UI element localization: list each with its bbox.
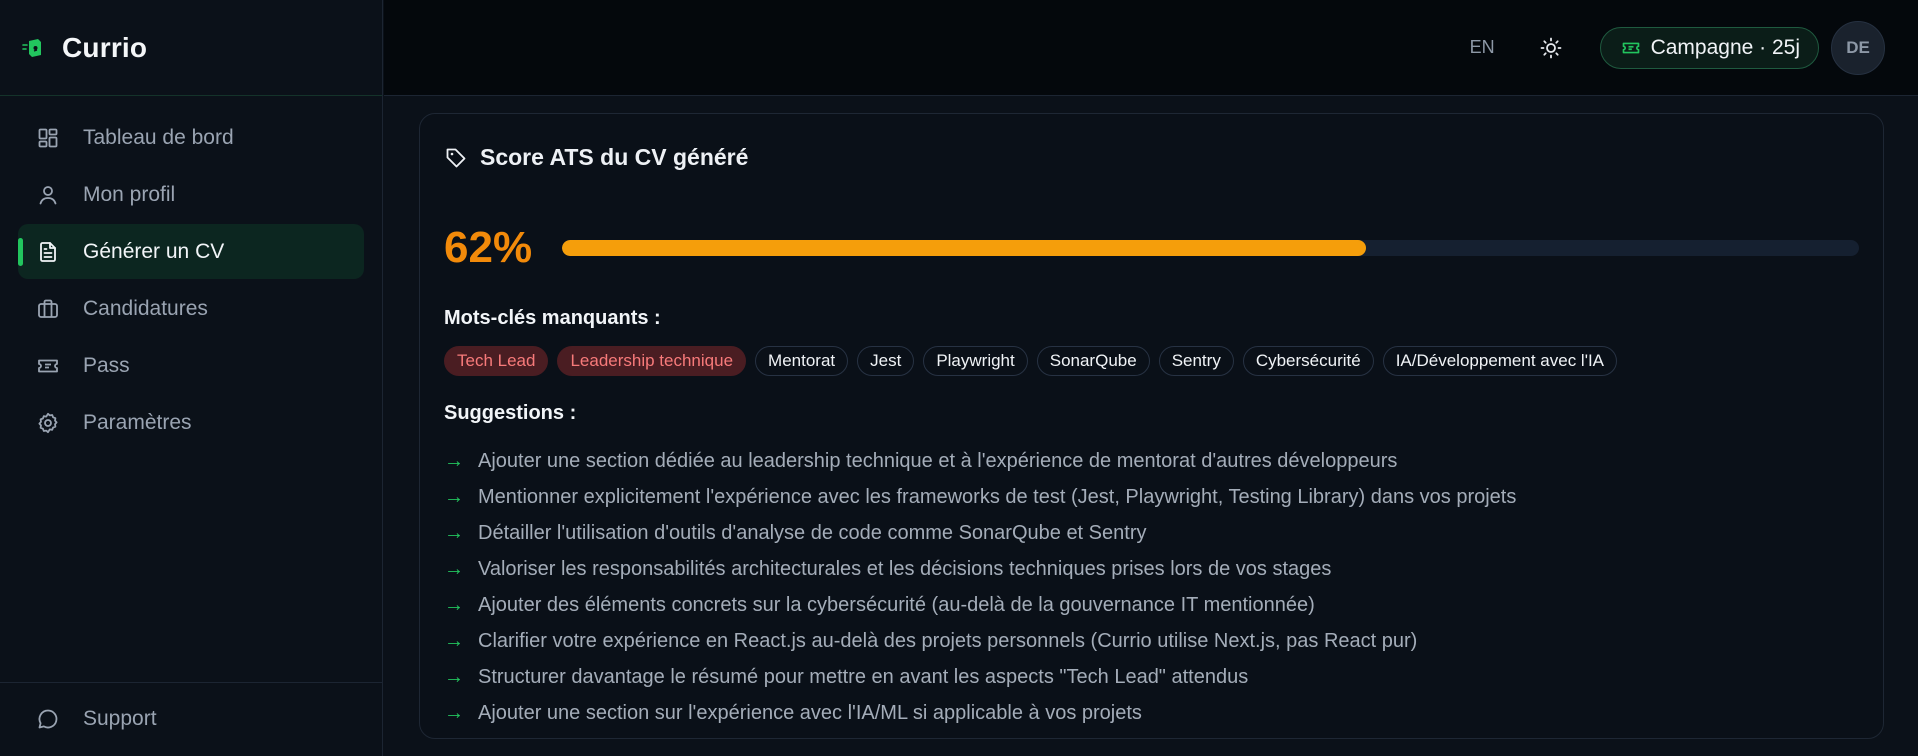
card-header: Score ATS du CV généré — [444, 144, 1859, 171]
suggestion-text: Valoriser les responsabilités architectu… — [478, 557, 1332, 580]
suggestion-item: → Mentionner explicitement l'expérience a… — [444, 479, 1859, 515]
card-title: Score ATS du CV généré — [480, 144, 749, 170]
gear-icon — [38, 412, 58, 433]
sidebar-item-generate-cv[interactable]: Générer un CV — [18, 224, 364, 279]
sidebar-item-support[interactable]: Support — [18, 691, 364, 746]
top-header: EN Campagne · 25j DE — [384, 0, 1918, 96]
suggestion-item: → Clarifier votre expérience en React.js … — [444, 623, 1859, 659]
suggestion-text: Structurer davantage le résumé pour mett… — [478, 665, 1249, 688]
suggestions-label: Suggestions : — [444, 402, 577, 424]
sidebar-item-pass[interactable]: Pass — [18, 338, 364, 393]
sidebar-item-label: Tableau de bord — [83, 125, 234, 149]
sun-icon — [1540, 37, 1561, 58]
suggestion-text: Mentionner explicitement l'expérience av… — [478, 485, 1517, 508]
missing-keywords-list: Tech Lead Leadership technique Mentorat Jes… — [444, 346, 1859, 376]
sidebar-item-profile[interactable]: Mon profil — [18, 167, 364, 222]
app-root: Currio Tableau de bord Mon profil Génére… — [0, 0, 1918, 756]
sidebar-item-label: Candidatures — [83, 296, 208, 320]
arrow-right-icon: → — [444, 557, 464, 580]
suggestion-text: Ajouter une section sur l'expérience ave… — [478, 701, 1142, 724]
keyword-tag: Mentorat — [755, 346, 849, 376]
arrow-right-icon: → — [444, 629, 464, 652]
score-row: 62% — [444, 223, 1859, 273]
sidebar: Currio Tableau de bord Mon profil Génére… — [0, 0, 383, 756]
keyword-tag: IA/Développement avec l'IA — [1382, 346, 1618, 376]
brand[interactable]: Currio — [0, 0, 382, 96]
dashboard-icon — [38, 128, 58, 147]
score-value: 62% — [444, 223, 533, 272]
suggestion-item: → Valoriser les responsabilités architect… — [444, 551, 1859, 587]
suggestion-item: → Ajouter une section sur l'expérience av… — [444, 695, 1859, 731]
theme-toggle-button[interactable] — [1537, 34, 1565, 62]
arrow-right-icon: → — [444, 665, 464, 688]
suggestion-text: Ajouter une section dédiée au leadership… — [478, 449, 1398, 472]
arrow-right-icon: → — [444, 449, 464, 472]
keyword-tag: Cybersécurité — [1242, 346, 1374, 376]
sidebar-item-label: Mon profil — [83, 182, 176, 206]
suggestion-text: Détailler l'utilisation d'outils d'analy… — [478, 521, 1147, 544]
sidebar-nav: Tableau de bord Mon profil Générer un CV — [0, 96, 382, 450]
sidebar-item-applications[interactable]: Candidatures — [18, 281, 364, 336]
suggestion-item: → Structurer davantage le résumé pour met… — [444, 659, 1859, 695]
suggestion-text: Clarifier votre expérience en React.js a… — [478, 629, 1418, 652]
document-icon — [40, 241, 56, 262]
arrow-right-icon: → — [444, 485, 464, 508]
sidebar-footer: Support — [0, 682, 382, 756]
ticket-icon — [1622, 42, 1639, 53]
avatar[interactable]: DE — [1831, 20, 1885, 75]
suggestion-item: → Détailler l'utilisation d'outils d'anal… — [444, 515, 1859, 551]
suggestion-item: → Ajouter des éléments concrets sur la cy… — [444, 587, 1859, 623]
arrow-right-icon: → — [444, 593, 464, 616]
chat-icon — [38, 709, 58, 728]
sidebar-item-dashboard[interactable]: Tableau de bord — [18, 110, 364, 165]
arrow-right-icon: → — [444, 701, 464, 724]
score-progress-bar — [562, 240, 1859, 256]
language-switch[interactable]: EN — [1470, 37, 1495, 58]
arrow-right-icon: → — [444, 521, 464, 544]
suggestions-list: → Ajouter une section dédiée au leadershi… — [444, 443, 1859, 731]
suggestion-item: → Ajouter une section dédiée au leadershi… — [444, 443, 1859, 479]
campaign-label: Campagne · 25j — [1650, 35, 1800, 59]
ats-score-card: Score ATS du CV généré 62% Mots-clés man… — [419, 113, 1884, 739]
missing-keywords-label: Mots-clés manquants : — [444, 307, 661, 329]
sidebar-item-label: Pass — [83, 353, 130, 377]
score-progress-fill — [562, 240, 1367, 256]
keyword-tag: Leadership technique — [557, 346, 747, 376]
ticket-icon — [38, 359, 58, 372]
campaign-badge[interactable]: Campagne · 25j — [1599, 26, 1819, 69]
keyword-tag: Sentry — [1158, 346, 1234, 376]
keyword-tag: Jest — [857, 346, 915, 376]
user-icon — [39, 185, 57, 204]
suggestion-text: Ajouter des éléments concrets sur la cyb… — [478, 593, 1315, 616]
sidebar-item-settings[interactable]: Paramètres — [18, 395, 364, 450]
sidebar-item-label: Générer un CV — [83, 239, 225, 263]
sidebar-item-label: Paramètres — [83, 410, 192, 434]
keyword-tag: Playwright — [923, 346, 1028, 376]
keyword-tag: Tech Lead — [444, 346, 549, 376]
briefcase-icon — [38, 299, 58, 318]
currio-logo-icon — [22, 36, 46, 60]
tag-icon — [446, 148, 466, 167]
brand-name: Currio — [62, 31, 148, 63]
sidebar-item-label: Support — [83, 706, 157, 730]
keyword-tag: SonarQube — [1036, 346, 1150, 376]
